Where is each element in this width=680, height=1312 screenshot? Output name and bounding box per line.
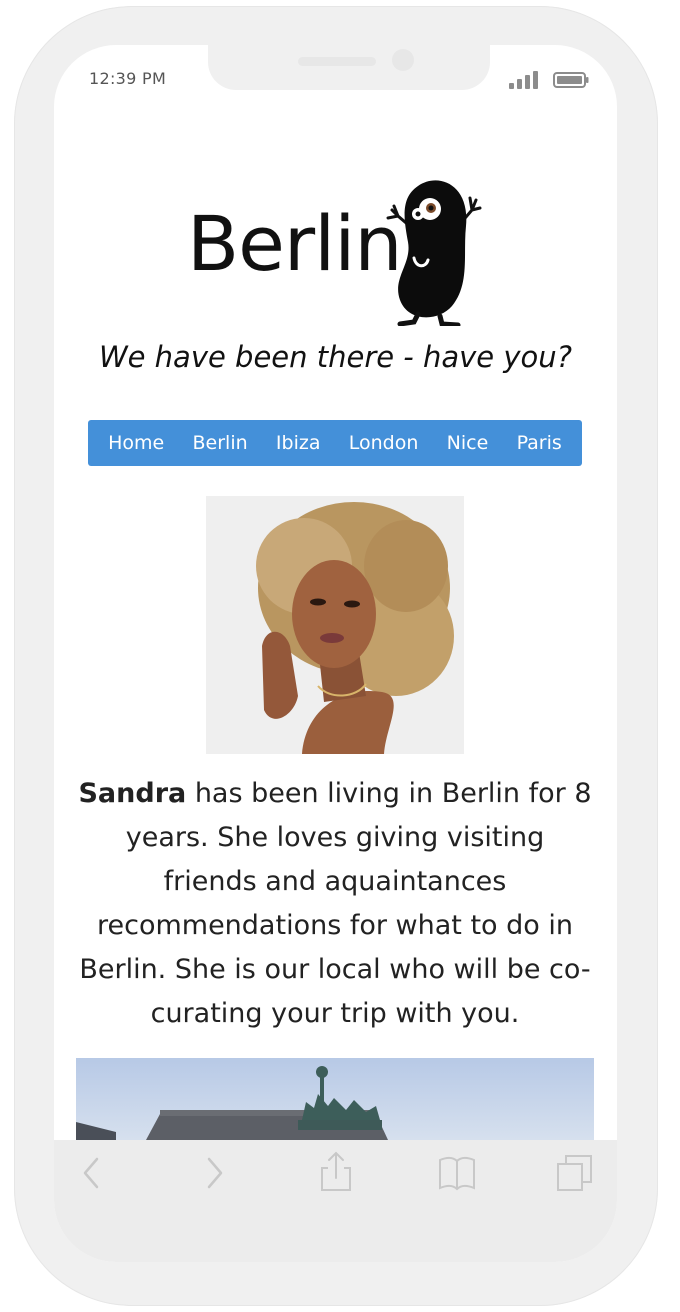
profile-name: Sandra [78,778,187,809]
site-logo[interactable]: Berlin [185,176,495,326]
profile-bio-text: has been living in Berlin for 8 years. S… [79,778,592,1029]
main-nav: Home Berlin Ibiza London Nice Paris [88,420,582,466]
battery-icon [553,72,589,88]
signal-icon [509,71,538,89]
bean-mascot-icon [386,180,482,326]
front-camera [392,49,414,71]
notch [208,45,490,90]
speaker [298,57,376,66]
bookmarks-icon[interactable] [437,1150,477,1196]
forward-icon[interactable] [195,1150,235,1196]
logo-text: Berlin [187,199,403,288]
back-icon[interactable] [72,1150,112,1196]
nav-item-ibiza[interactable]: Ibiza [276,432,321,454]
tabs-icon[interactable] [555,1150,595,1196]
nav-item-home[interactable]: Home [108,432,164,454]
nav-item-nice[interactable]: Nice [447,432,489,454]
nav-item-berlin[interactable]: Berlin [193,432,248,454]
tagline: We have been there - have you? [98,340,573,374]
nav-item-paris[interactable]: Paris [517,432,562,454]
landmark-photo [76,1058,594,1140]
profile-bio: Sandra has been living in Berlin for 8 y… [76,772,594,1036]
status-time: 12:39 PM [89,69,167,88]
share-icon[interactable] [316,1150,356,1196]
nav-item-london[interactable]: London [349,432,419,454]
profile-photo [206,496,464,754]
